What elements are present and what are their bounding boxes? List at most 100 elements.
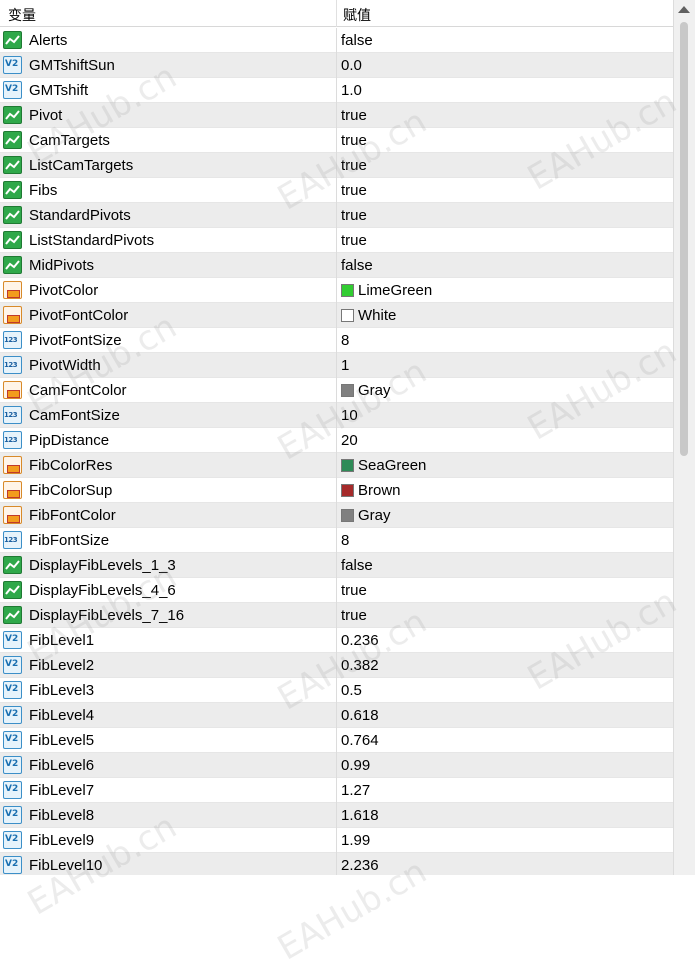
table-row[interactable]: Fibs true xyxy=(0,178,673,203)
boolean-icon xyxy=(3,581,22,599)
table-row[interactable]: V2 FibLevel4 0.618 xyxy=(0,703,673,728)
variable-value[interactable]: Gray xyxy=(341,382,391,399)
variable-value[interactable]: true xyxy=(341,207,367,224)
variable-name: MidPivots xyxy=(29,257,95,274)
double-icon-text: V2 xyxy=(5,834,19,844)
table-row[interactable]: DisplayFibLevels_1_3 false xyxy=(0,553,673,578)
variable-value[interactable]: Gray xyxy=(341,507,391,524)
variable-value[interactable]: true xyxy=(341,607,367,624)
table-row[interactable]: ListStandardPivots true xyxy=(0,228,673,253)
table-row[interactable]: V2 FibLevel9 1.99 xyxy=(0,828,673,853)
table-row[interactable]: FibColorSup Brown xyxy=(0,478,673,503)
table-row[interactable]: V2 FibLevel7 1.27 xyxy=(0,778,673,803)
variable-value[interactable]: 1.0 xyxy=(341,82,362,99)
table-row[interactable]: Alerts false xyxy=(0,28,673,53)
scrollbar-thumb[interactable] xyxy=(680,22,688,456)
column-divider[interactable] xyxy=(336,0,337,27)
variable-name: CamFontSize xyxy=(29,407,120,424)
variable-value[interactable]: 1.618 xyxy=(341,807,379,824)
table-row[interactable]: MidPivots false xyxy=(0,253,673,278)
table-row[interactable]: V2 FibLevel10 2.236 xyxy=(0,853,673,875)
table-row[interactable]: V2 GMTshift 1.0 xyxy=(0,78,673,103)
table-row[interactable]: V2 FibLevel1 0.236 xyxy=(0,628,673,653)
variable-value[interactable]: 0.0 xyxy=(341,57,362,74)
table-row[interactable]: 123 CamFontSize 10 xyxy=(0,403,673,428)
variable-value[interactable]: true xyxy=(341,157,367,174)
variable-value[interactable]: true xyxy=(341,132,367,149)
table-row[interactable]: PivotColor LimeGreen xyxy=(0,278,673,303)
variable-value[interactable]: LimeGreen xyxy=(341,282,432,299)
variable-value[interactable]: 1 xyxy=(341,357,349,374)
table-row[interactable]: V2 FibLevel8 1.618 xyxy=(0,803,673,828)
variable-value[interactable]: true xyxy=(341,182,367,199)
variable-value[interactable]: Brown xyxy=(341,482,401,499)
variable-value[interactable]: 0.5 xyxy=(341,682,362,699)
integer-icon: 123 xyxy=(3,406,22,424)
table-row[interactable]: V2 FibLevel6 0.99 xyxy=(0,753,673,778)
double-icon-text: V2 xyxy=(5,634,19,644)
table-row[interactable]: 123 FibFontSize 8 xyxy=(0,528,673,553)
double-icon: V2 xyxy=(3,856,22,874)
variable-value[interactable]: SeaGreen xyxy=(341,457,426,474)
double-icon-text: V2 xyxy=(5,709,19,719)
cell-divider xyxy=(336,103,337,128)
variable-value[interactable]: true xyxy=(341,107,367,124)
cell-divider xyxy=(336,328,337,353)
variable-name: FibLevel2 xyxy=(29,657,95,674)
variable-value[interactable]: 1.27 xyxy=(341,782,370,799)
variable-value[interactable]: 0.382 xyxy=(341,657,379,674)
variable-value[interactable]: 0.99 xyxy=(341,757,370,774)
variable-value[interactable]: 0.764 xyxy=(341,732,379,749)
color-name: Brown xyxy=(358,482,401,499)
variable-value[interactable]: 8 xyxy=(341,332,349,349)
cell-divider xyxy=(336,703,337,728)
boolean-icon xyxy=(3,606,22,624)
variable-value[interactable]: false xyxy=(341,257,373,274)
cell-divider xyxy=(336,78,337,103)
variable-value[interactable]: 0.618 xyxy=(341,707,379,724)
variable-value[interactable]: 10 xyxy=(341,407,358,424)
variable-name: FibLevel1 xyxy=(29,632,95,649)
cell-divider xyxy=(336,403,337,428)
table-row[interactable]: V2 FibLevel2 0.382 xyxy=(0,653,673,678)
table-row[interactable]: V2 FibLevel3 0.5 xyxy=(0,678,673,703)
variable-name: FibLevel9 xyxy=(29,832,95,849)
table-row[interactable]: DisplayFibLevels_7_16 true xyxy=(0,603,673,628)
table-row[interactable]: Pivot true xyxy=(0,103,673,128)
table-row[interactable]: FibColorRes SeaGreen xyxy=(0,453,673,478)
table-row[interactable]: StandardPivots true xyxy=(0,203,673,228)
table-row[interactable]: CamFontColor Gray xyxy=(0,378,673,403)
variable-value[interactable]: 2.236 xyxy=(341,857,379,874)
column-header-value[interactable]: 赋值 xyxy=(343,5,371,25)
vertical-scrollbar[interactable] xyxy=(673,0,695,875)
table-row[interactable]: 123 PivotFontSize 8 xyxy=(0,328,673,353)
table-row[interactable]: V2 FibLevel5 0.764 xyxy=(0,728,673,753)
table-row[interactable]: 123 PivotWidth 1 xyxy=(0,353,673,378)
integer-icon-text: 123 xyxy=(4,361,18,369)
variable-value[interactable]: 8 xyxy=(341,532,349,549)
table-row[interactable]: DisplayFibLevels_4_6 true xyxy=(0,578,673,603)
variable-name: CamTargets xyxy=(29,132,110,149)
variable-value[interactable]: false xyxy=(341,557,373,574)
table-row[interactable]: 123 PipDistance 20 xyxy=(0,428,673,453)
table-row[interactable]: ListCamTargets true xyxy=(0,153,673,178)
table-row[interactable]: CamTargets true xyxy=(0,128,673,153)
variable-value[interactable]: 0.236 xyxy=(341,632,379,649)
table-row[interactable]: PivotFontColor White xyxy=(0,303,673,328)
variable-value[interactable]: true xyxy=(341,232,367,249)
column-header-variable[interactable]: 变量 xyxy=(8,5,36,25)
variable-value[interactable]: true xyxy=(341,582,367,599)
cell-divider xyxy=(336,53,337,78)
variable-value[interactable]: 20 xyxy=(341,432,358,449)
scroll-up-arrow-icon[interactable] xyxy=(678,6,690,13)
variable-value[interactable]: false xyxy=(341,32,373,49)
variable-value[interactable]: 1.99 xyxy=(341,832,370,849)
integer-icon-text: 123 xyxy=(4,436,18,444)
cell-divider xyxy=(336,303,337,328)
cell-divider xyxy=(336,753,337,778)
variable-value[interactable]: White xyxy=(341,307,396,324)
color-icon xyxy=(3,306,22,324)
variable-name: FibLevel4 xyxy=(29,707,95,724)
table-row[interactable]: FibFontColor Gray xyxy=(0,503,673,528)
table-row[interactable]: V2 GMTshiftSun 0.0 xyxy=(0,53,673,78)
